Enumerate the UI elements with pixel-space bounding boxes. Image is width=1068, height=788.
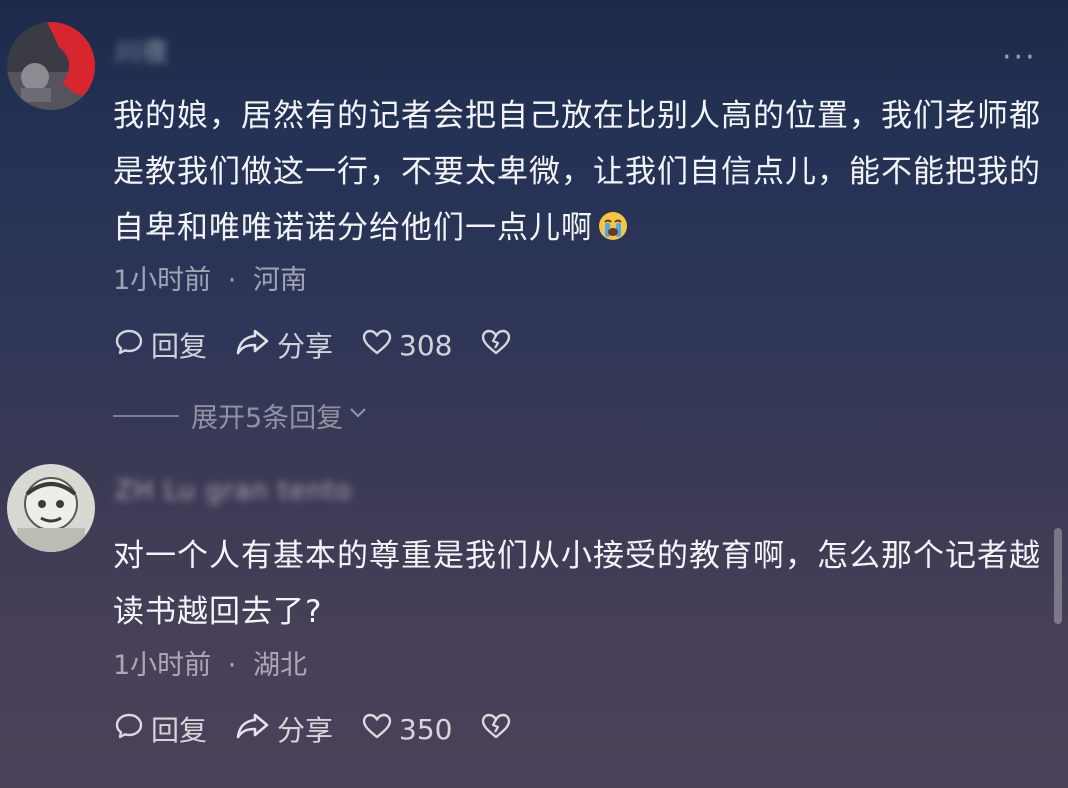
comment-meta: 1小时前 · 湖北 (113, 643, 307, 682)
comment-bubble-icon (113, 326, 151, 365)
separator-dot: · (227, 265, 237, 296)
reply-label: 回复 (151, 330, 208, 363)
dislike-button[interactable] (480, 710, 518, 749)
comment-actions: 回复 分享 350 (113, 709, 546, 749)
comment-text: 我的娘，居然有的记者会把自己放在比别人高的位置，我们老师都是教我们做这一行，不要… (113, 88, 1048, 260)
reply-label: 回复 (151, 714, 208, 747)
share-button[interactable]: 分享 (235, 709, 333, 749)
like-button[interactable]: 350 (361, 710, 452, 749)
share-arrow-icon (235, 710, 277, 749)
username[interactable]: ZH Lu gran tento (115, 476, 352, 506)
avatar[interactable] (7, 464, 95, 552)
share-button[interactable]: 分享 (235, 325, 333, 365)
comment-meta: 1小时前 · 河南 (113, 258, 307, 297)
broken-heart-icon (480, 326, 518, 365)
share-label: 分享 (277, 714, 334, 747)
comment-bubble-icon (113, 710, 151, 749)
comment-body: 对一个人有基本的尊重是我们从小接受的教育啊，怎么那个记者越读书越回去了? (113, 538, 1041, 630)
dislike-button[interactable] (480, 326, 518, 365)
more-options-button[interactable]: ··· (1002, 43, 1037, 73)
heart-icon (361, 710, 399, 749)
share-arrow-icon (235, 326, 277, 365)
broken-heart-icon (480, 710, 518, 749)
reply-button[interactable]: 回复 (113, 325, 207, 365)
scrollbar[interactable] (1054, 528, 1062, 624)
share-label: 分享 (277, 330, 334, 363)
comment-text: 对一个人有基本的尊重是我们从小接受的教育啊，怎么那个记者越读书越回去了? (113, 528, 1048, 640)
like-count: 350 (399, 712, 453, 746)
location: 河南 (252, 265, 307, 296)
expand-replies-button[interactable]: 展开5条回复 (113, 396, 369, 435)
like-count: 308 (399, 328, 453, 362)
heart-icon (361, 326, 399, 365)
location: 湖北 (252, 650, 307, 681)
loudly-crying-face-icon (597, 204, 629, 260)
username[interactable]: 川夜 (115, 32, 169, 69)
expand-replies-label: 展开5条回复 (191, 403, 344, 434)
comment-actions: 回复 分享 308 (113, 325, 546, 365)
reply-button[interactable]: 回复 (113, 709, 207, 749)
timestamp: 1小时前 (113, 650, 212, 681)
like-button[interactable]: 308 (361, 326, 452, 365)
divider-line (113, 414, 179, 417)
avatar[interactable] (7, 22, 95, 110)
chevron-down-icon (347, 400, 369, 431)
comment-body: 我的娘，居然有的记者会把自己放在比别人高的位置，我们老师都是教我们做这一行，不要… (113, 98, 1041, 246)
timestamp: 1小时前 (113, 265, 212, 296)
separator-dot: · (227, 650, 237, 681)
